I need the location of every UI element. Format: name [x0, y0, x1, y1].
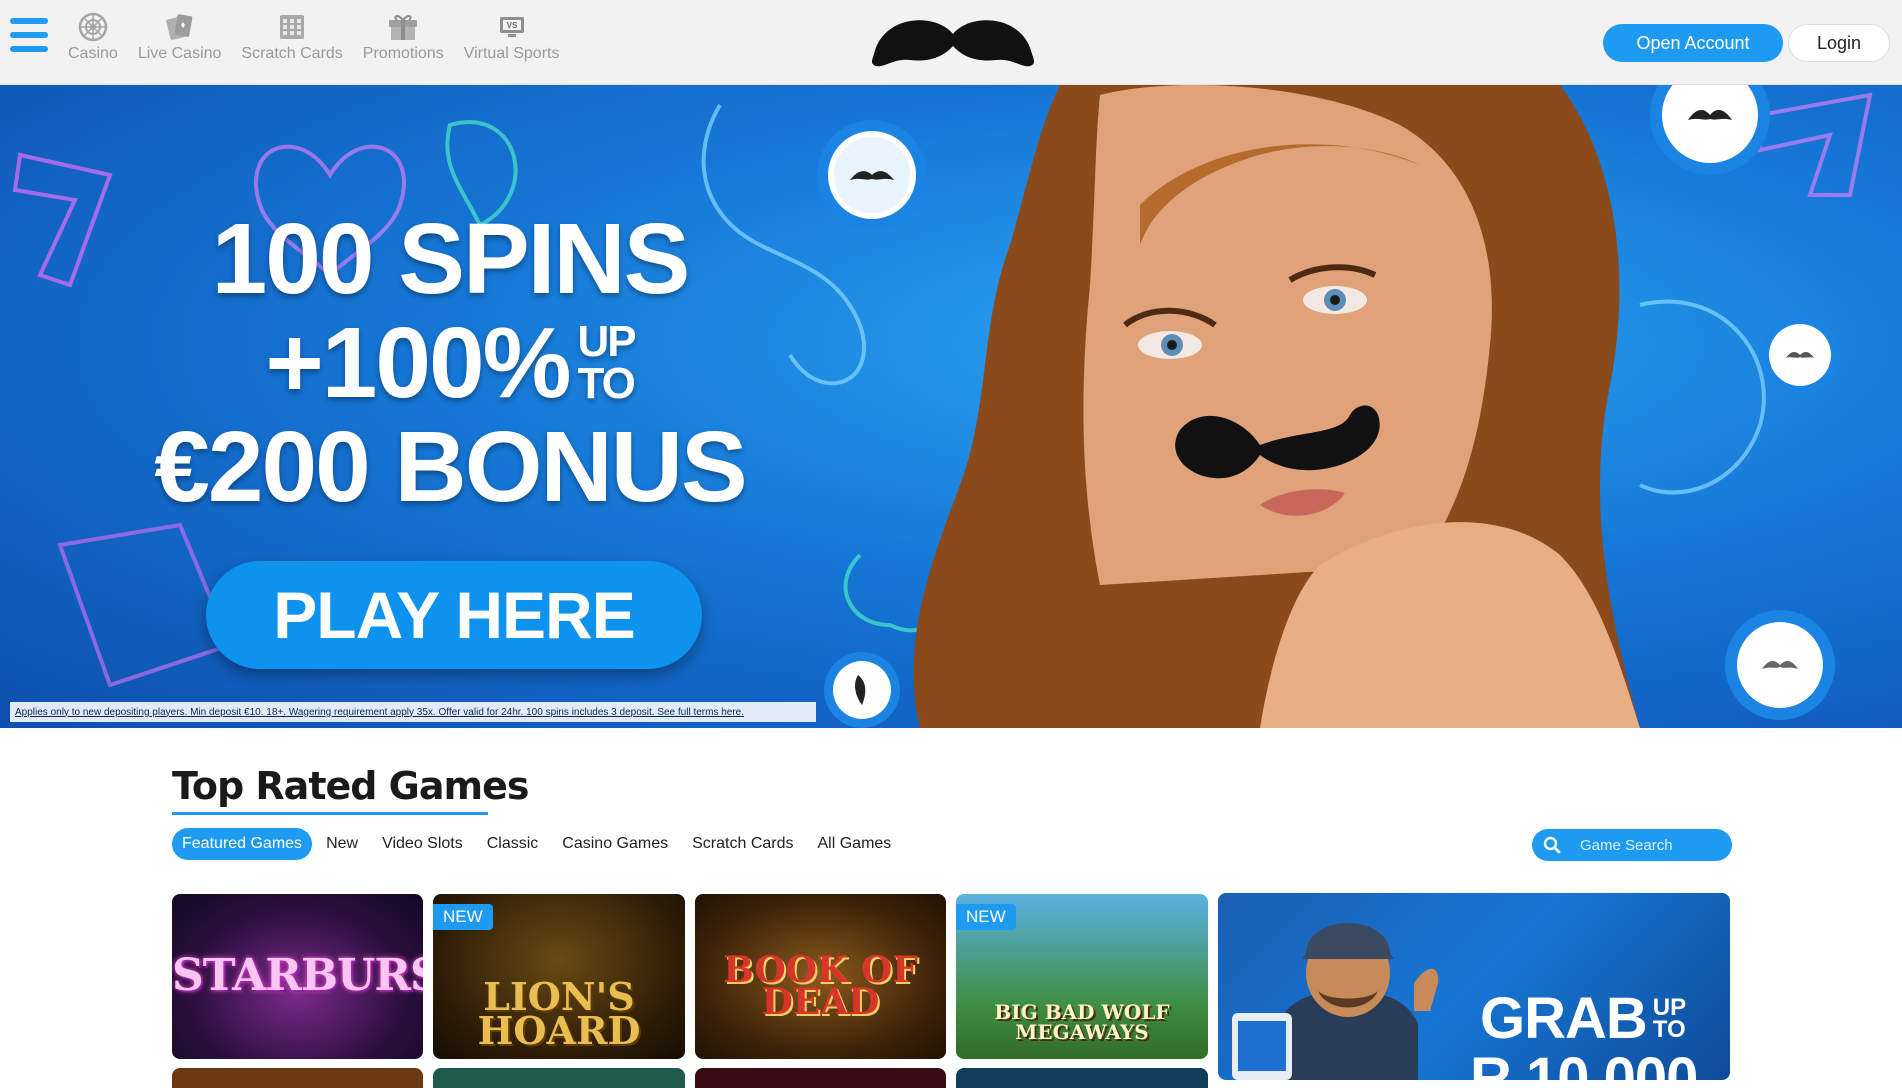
filter-casino-games[interactable]: Casino Games — [552, 828, 678, 860]
filter-classic[interactable]: Classic — [477, 828, 549, 860]
game-filter-tabs: Featured Games New Video Slots Classic C… — [172, 828, 905, 860]
game-title: BOOK OF DEAD — [723, 949, 918, 1023]
filter-all-games[interactable]: All Games — [808, 828, 902, 860]
hero-to: TO — [577, 359, 636, 408]
game-tile-book-of-dead[interactable]: BOOK OF DEAD — [695, 894, 946, 1059]
game-tile-row2[interactable] — [172, 1068, 423, 1088]
game-tile-row2[interactable] — [695, 1068, 946, 1088]
nav-item-casino[interactable]: Casino — [68, 12, 118, 72]
search-icon[interactable] — [1532, 829, 1572, 861]
vs-monitor-icon: VS — [496, 12, 528, 42]
nav-item-live-casino[interactable]: Live Casino — [137, 12, 222, 72]
terms-link[interactable]: Applies only to new depositing players. … — [10, 702, 816, 722]
game-search-box[interactable] — [1532, 829, 1732, 861]
hero-percent: +100% — [265, 307, 571, 419]
nav-item-scratch-cards[interactable]: Scratch Cards — [241, 12, 343, 72]
hero-up-to: UP TO — [577, 317, 637, 408]
nav-item-promotions[interactable]: Promotions — [363, 12, 444, 72]
hero-line-bonus: €200 BONUS — [154, 411, 747, 523]
game-tile-starburst[interactable]: STARBURST — [172, 894, 423, 1059]
gift-box-icon — [387, 12, 419, 42]
nav-label: Scratch Cards — [241, 45, 343, 62]
game-title: BIG BAD WOLF MEGAWAYS — [994, 1000, 1170, 1044]
game-tile-row2[interactable] — [956, 1068, 1208, 1088]
svg-text:VS: VS — [506, 21, 517, 30]
new-badge: NEW — [956, 904, 1016, 930]
mustache-logo[interactable] — [870, 14, 1036, 72]
site-header: Casino Live Casino Scratch Cards Promoti… — [0, 0, 1902, 85]
promo-amount: R 10 000 — [1470, 1046, 1698, 1080]
nav-label: Promotions — [362, 45, 444, 62]
login-button[interactable]: Login — [1788, 24, 1890, 62]
hero-banner[interactable]: 100 SPINS +100% UP TO €200 BONUS PLAY HE… — [0, 85, 1902, 728]
hero-line-spins: 100 SPINS — [211, 203, 691, 315]
new-badge: NEW — [433, 904, 493, 930]
promo-headline: GRAB UP TO — [1480, 985, 1686, 1052]
promo-grab: GRAB — [1480, 986, 1648, 1051]
nav-label: Live Casino — [137, 45, 222, 62]
cards-icon — [164, 12, 196, 42]
game-tile-lions-hoard[interactable]: NEW LION'S HOARD — [433, 894, 685, 1059]
filter-featured-games[interactable]: Featured Games — [172, 828, 313, 860]
scratch-card-icon — [276, 12, 308, 42]
filter-video-slots[interactable]: Video Slots — [372, 828, 473, 860]
nav-label: Casino — [68, 45, 118, 62]
promo-up-to: UP TO — [1652, 995, 1686, 1043]
roulette-icon — [77, 12, 109, 42]
hero-headline: 100 SPINS +100% UP TO €200 BONUS — [90, 207, 810, 519]
promo-tile[interactable]: GRAB UP TO R 10 000 — [1218, 893, 1730, 1080]
hamburger-menu-icon[interactable] — [10, 18, 48, 60]
game-search-input[interactable] — [1572, 836, 1712, 854]
game-tile-big-bad-wolf[interactable]: NEW BIG BAD WOLF MEGAWAYS — [956, 894, 1208, 1059]
open-account-button[interactable]: Open Account — [1603, 24, 1783, 62]
filter-new[interactable]: New — [316, 828, 368, 860]
nav-label: Virtual Sports — [463, 45, 560, 62]
section-title: Top Rated Games — [172, 764, 530, 808]
promo-to: TO — [1652, 1015, 1686, 1043]
hero-line-percent: +100% UP TO — [90, 311, 810, 415]
filter-scratch-cards[interactable]: Scratch Cards — [682, 828, 803, 860]
title-underline — [172, 812, 488, 815]
play-here-button[interactable]: PLAY HERE — [206, 561, 702, 669]
game-tile-row2[interactable] — [433, 1068, 685, 1088]
main-nav: Casino Live Casino Scratch Cards Promoti… — [68, 12, 579, 72]
hero-up: UP — [577, 317, 637, 366]
game-title: LION'S HOARD — [477, 974, 641, 1053]
game-title: STARBURST — [172, 950, 423, 1001]
nav-item-virtual-sports[interactable]: VS Virtual Sports — [463, 12, 560, 72]
